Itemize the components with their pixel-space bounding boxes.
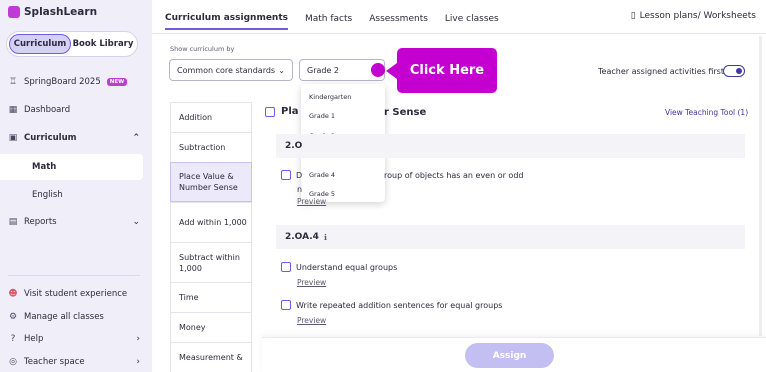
tab-assessments[interactable]: Assessments (369, 8, 428, 30)
topic-item[interactable]: Add within 1,000 (170, 202, 252, 242)
chevron-down-icon: ⌄ (132, 217, 140, 227)
visit-student-experience-link[interactable]: ☻ Visit student experience (8, 284, 140, 304)
lesson-plans-link[interactable]: ▯ Lesson plans/ Worksheets (631, 11, 756, 21)
chevron-up-icon: ⌃ (132, 133, 140, 143)
chevron-right-icon: › (136, 357, 140, 367)
scrollbar[interactable] (759, 36, 762, 336)
topic-item-active[interactable]: Place Value & Number Sense (170, 162, 252, 202)
product-toggle: Curriculum Book Library (6, 31, 138, 57)
tab-live-classes[interactable]: Live classes (445, 8, 499, 30)
topic-item[interactable]: Time (170, 282, 252, 312)
topic-heading-text: Pla (281, 106, 299, 117)
assign-button[interactable]: Assign (465, 343, 554, 368)
preview-link[interactable]: Preview (297, 278, 326, 287)
gear-icon: ⚙ (8, 312, 18, 322)
manage-all-classes-link[interactable]: ⚙ Manage all classes (8, 307, 140, 327)
tab-math-facts[interactable]: Math facts (305, 8, 352, 30)
help-link[interactable]: ? Help › (8, 329, 140, 349)
chevron-right-icon: › (136, 334, 140, 344)
sidebar-item-label: SpringBoard 2025 (24, 77, 101, 87)
topic-heading-text-right: r Sense (384, 107, 427, 118)
info-icon[interactable]: ℹ (324, 233, 327, 242)
section-header: 2.O (276, 134, 745, 158)
sidebar-item-dashboard[interactable]: ▦ Dashboard (8, 100, 140, 120)
section-header-2oa4: 2.OA.4 ℹ (276, 225, 745, 249)
show-curriculum-label: Show curriculum by (170, 45, 235, 53)
book-library-toggle-button[interactable]: Book Library (71, 34, 135, 54)
splashlearn-logo-icon (8, 6, 20, 18)
preview-link[interactable]: Preview (297, 197, 326, 206)
sidebar-item-label: Dashboard (24, 105, 71, 115)
activity-item: Write repeated addition sentences for eq… (281, 300, 502, 310)
preview-link[interactable]: Preview (297, 316, 326, 325)
activity-item: D (281, 170, 302, 180)
main-tabs: Curriculum assignments Math facts Assess… (165, 8, 499, 32)
teacher-assigned-switch[interactable] (723, 65, 745, 77)
activity-label: Write repeated addition sentences for eq… (296, 300, 503, 310)
topic-list: Addition Subtraction Place Value & Numbe… (170, 102, 252, 372)
topic-item[interactable]: Subtract within 1,000 (170, 242, 252, 282)
activity-checkbox[interactable] (281, 262, 291, 272)
student-icon: ☻ (8, 289, 18, 299)
sidebar-divider (8, 275, 140, 276)
teacher-space-link[interactable]: ◎ Teacher space › (8, 352, 140, 372)
sidebar-item-label: Reports (24, 217, 57, 227)
switch-knob (736, 67, 742, 74)
activity-checkbox[interactable] (281, 170, 291, 180)
help-icon: ? (10, 334, 16, 344)
lesson-plans-label: Lesson plans/ Worksheets (639, 11, 756, 21)
topic-item[interactable]: Subtraction (170, 132, 252, 162)
tabs-divider (152, 33, 766, 34)
topic-item[interactable]: Money (170, 312, 252, 342)
click-here-callout: Click Here (397, 48, 497, 93)
splashlearn-logo[interactable]: SplashLearn (8, 6, 97, 18)
topic-item[interactable]: Addition (170, 102, 252, 132)
sidebar-item-label: Help (24, 334, 44, 344)
sidebar-item-label: Teacher space (24, 357, 85, 367)
report-icon: ▤ (8, 217, 18, 227)
dashboard-icon: ▦ (8, 105, 18, 115)
sidebar-subitem-english[interactable]: English (0, 182, 143, 208)
section-title: 2.OA.4 (285, 232, 319, 242)
topic-item[interactable]: Measurement & (170, 342, 252, 372)
grade-select-value: Grade 2 (307, 65, 340, 75)
activity-item: Understand equal groups (281, 262, 397, 272)
curriculum-select-value: Common core standards (177, 65, 276, 75)
activity-label: D (296, 170, 303, 180)
tab-curriculum-assignments[interactable]: Curriculum assignments (165, 8, 288, 30)
sidebar-item-springboard[interactable]: ♖ SpringBoard 2025 NEW (8, 72, 140, 92)
activity-label-line2: n (297, 185, 303, 194)
teacher-icon: ◎ (9, 357, 17, 367)
callout-arrow (386, 63, 397, 79)
topic-heading: Pla (265, 106, 299, 117)
curriculum-select[interactable]: Common core standards ⌄ (169, 59, 293, 81)
sidebar-item-label: Visit student experience (24, 289, 128, 299)
activity-label: Understand equal groups (296, 262, 398, 272)
sidebar-item-label: Curriculum (24, 133, 77, 143)
highlight-dot (371, 63, 385, 77)
grade-option[interactable]: Kindergarten (301, 87, 385, 107)
brand-name: SplashLearn (24, 6, 98, 18)
trophy-icon: ♖ (8, 77, 18, 87)
curriculum-toggle-button[interactable]: Curriculum (9, 34, 71, 54)
teacher-assigned-label: Teacher assigned activities first (598, 67, 724, 76)
new-badge: NEW (106, 78, 128, 86)
activity-checkbox[interactable] (281, 300, 291, 310)
activity-label-right: roup of objects has an even or odd (384, 171, 524, 180)
sidebar-item-curriculum[interactable]: ▣ Curriculum ⌃ (8, 128, 140, 148)
sidebar-item-label: Manage all classes (24, 312, 104, 322)
sidebar-subitem-math[interactable]: Math (0, 154, 143, 180)
view-teaching-tool-link[interactable]: View Teaching Tool (1) (665, 108, 748, 117)
sidebar-item-reports[interactable]: ▤ Reports ⌄ (8, 212, 140, 232)
document-icon: ▯ (630, 11, 636, 21)
grade-option[interactable]: Grade 1 (301, 107, 385, 127)
grade-option[interactable]: Grade 4 (301, 165, 385, 185)
select-all-checkbox[interactable] (265, 106, 275, 117)
book-icon: ▣ (8, 133, 18, 143)
chevron-down-icon: ⌄ (278, 65, 285, 75)
